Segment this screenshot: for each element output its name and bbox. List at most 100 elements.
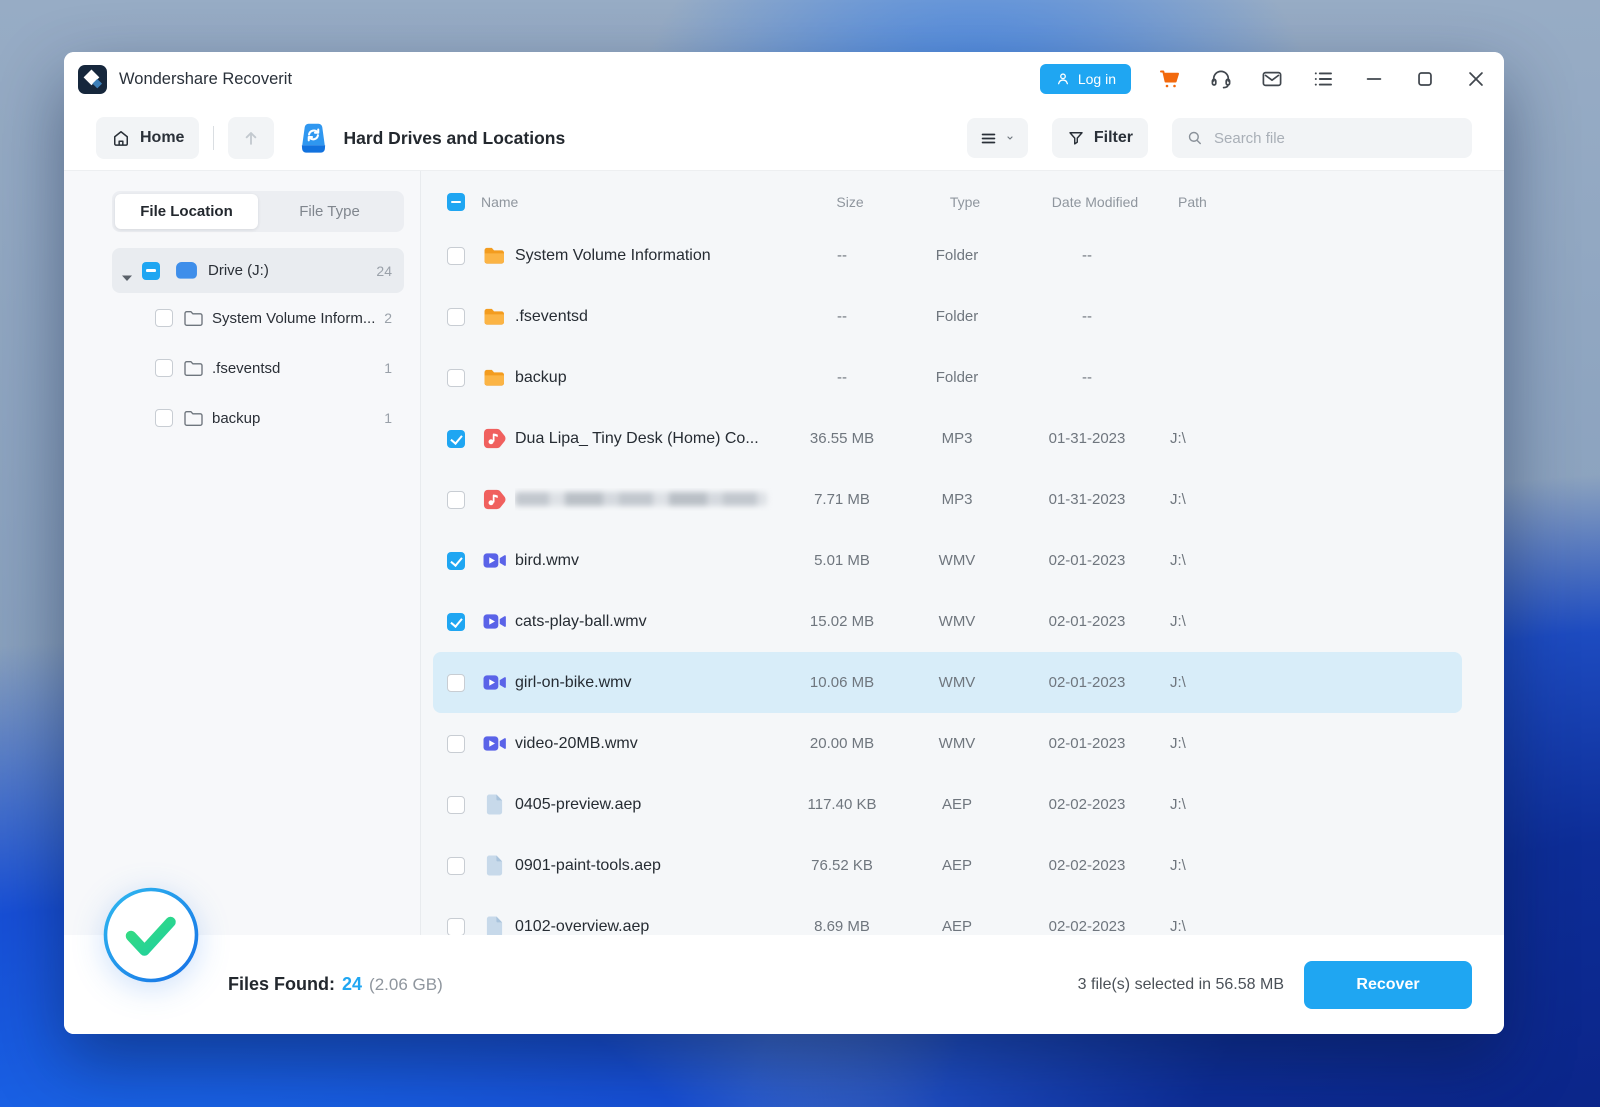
folder-checkbox[interactable] — [155, 409, 173, 427]
file-date-modified: -- — [1082, 308, 1092, 325]
home-button[interactable]: Home — [96, 117, 200, 159]
table-row[interactable]: .fseventsd -- Folder -- — [433, 286, 1462, 347]
table-row[interactable]: 0102-overview.aep 8.69 MB AEP 02-02-2023… — [433, 896, 1462, 935]
file-date-modified: 02-02-2023 — [1048, 796, 1126, 813]
video-file-icon — [483, 614, 506, 629]
folder-checkbox[interactable] — [155, 359, 173, 377]
maximize-button[interactable] — [1413, 67, 1437, 91]
row-checkbox[interactable] — [447, 429, 465, 448]
column-header-size[interactable]: Size — [790, 194, 910, 210]
row-checkbox[interactable] — [447, 490, 465, 509]
folder-outline-icon — [183, 410, 204, 427]
recover-button[interactable]: Recover — [1304, 960, 1472, 1009]
file-size: 20.00 MB — [809, 735, 875, 752]
titlebar: Wondershare Recoverit Log in — [64, 52, 1504, 106]
row-checkbox[interactable] — [447, 673, 465, 692]
tree-node-count: 1 — [384, 360, 392, 376]
file-type: MP3 — [941, 491, 973, 508]
tree-node-count: 1 — [384, 410, 392, 426]
row-checkbox[interactable] — [447, 551, 465, 570]
column-header-name[interactable]: Name — [481, 194, 790, 210]
chevron-down-icon — [1004, 132, 1016, 144]
table-row[interactable]: System Volume Information -- Folder -- — [433, 225, 1462, 286]
table-row[interactable]: 7.71 MB MP3 01-31-2023 J:\ — [433, 469, 1462, 530]
table-row[interactable]: bird.wmv 5.01 MB WMV 02-01-2023 J:\ — [433, 530, 1462, 591]
close-button[interactable] — [1464, 67, 1488, 91]
row-checkbox[interactable] — [447, 612, 465, 631]
search-input[interactable] — [1214, 129, 1458, 147]
file-size: -- — [837, 308, 847, 325]
file-name: 0901-paint-tools.aep — [515, 856, 661, 874]
row-checkbox[interactable] — [447, 734, 465, 753]
file-path: J:\ — [1170, 796, 1186, 813]
row-checkbox[interactable] — [447, 917, 465, 935]
table-row[interactable]: backup -- Folder -- — [433, 347, 1462, 408]
file-type: WMV — [938, 735, 976, 752]
row-checkbox[interactable] — [447, 795, 465, 814]
file-size: -- — [837, 247, 847, 264]
tree-expand-chevron-icon[interactable] — [122, 268, 132, 281]
column-header-type[interactable]: Type — [910, 194, 1020, 210]
tab-file-location[interactable]: File Location — [115, 194, 258, 229]
file-path: J:\ — [1170, 491, 1186, 508]
tree-node-folder[interactable]: backup 1 — [112, 393, 404, 443]
login-button[interactable]: Log in — [1039, 64, 1131, 94]
table-row[interactable]: video-20MB.wmv 20.00 MB WMV 02-01-2023 J… — [433, 713, 1462, 774]
table-row[interactable]: 0901-paint-tools.aep 76.52 KB AEP 02-02-… — [433, 835, 1462, 896]
table-row[interactable]: girl-on-bike.wmv 10.06 MB WMV 02-01-2023… — [433, 652, 1462, 713]
file-date-modified: 02-02-2023 — [1048, 857, 1126, 874]
folder-checkbox[interactable] — [155, 309, 173, 327]
row-checkbox[interactable] — [447, 307, 465, 326]
minimize-button[interactable] — [1362, 67, 1386, 91]
navigate-up-button[interactable] — [228, 117, 275, 159]
row-checkbox[interactable] — [447, 856, 465, 875]
select-all-checkbox[interactable] — [447, 193, 465, 211]
video-icon — [481, 672, 507, 693]
column-header-date[interactable]: Date Modified — [1020, 194, 1170, 210]
file-path: J:\ — [1170, 552, 1186, 569]
folder-icon — [484, 369, 504, 386]
page-title: Hard Drives and Locations — [343, 127, 566, 148]
file-name: girl-on-bike.wmv — [515, 673, 632, 691]
file-size: -- — [837, 369, 847, 386]
app-logo-icon — [78, 64, 107, 94]
tree-node-drive[interactable]: Drive (J:) 24 — [112, 248, 404, 293]
column-header-path[interactable]: Path — [1170, 194, 1462, 210]
file-date-modified: -- — [1082, 247, 1092, 264]
file-size: 8.69 MB — [814, 918, 870, 935]
tree-node-folder[interactable]: System Volume Inform... 2 — [112, 293, 404, 343]
file-path: J:\ — [1170, 613, 1186, 630]
task-list-icon[interactable] — [1311, 67, 1335, 91]
file-size: 5.01 MB — [814, 552, 870, 569]
tree-node-folder[interactable]: .fseventsd 1 — [112, 343, 404, 393]
home-label: Home — [140, 129, 185, 146]
document-icon — [481, 793, 507, 816]
file-date-modified: 02-01-2023 — [1048, 735, 1126, 752]
file-type: Folder — [935, 369, 979, 386]
drive-icon — [174, 261, 199, 280]
file-name: video-20MB.wmv — [515, 734, 638, 752]
support-headset-icon[interactable] — [1209, 67, 1233, 91]
file-name: bird.wmv — [515, 551, 580, 569]
cart-icon[interactable] — [1158, 67, 1182, 91]
hamburger-icon — [979, 129, 998, 148]
table-body: System Volume Information -- Folder -- .… — [421, 225, 1504, 935]
table-row[interactable]: Dua Lipa_ Tiny Desk (Home) Co... 36.55 M… — [433, 408, 1462, 469]
toolbar-divider — [213, 126, 215, 150]
row-checkbox[interactable] — [447, 368, 465, 387]
row-checkbox[interactable] — [447, 246, 465, 265]
video-file-icon — [483, 736, 506, 751]
sidebar-tabs: File Location File Type — [112, 191, 404, 232]
table-row[interactable]: 0405-preview.aep 117.40 KB AEP 02-02-202… — [433, 774, 1462, 835]
mail-icon[interactable] — [1260, 67, 1284, 91]
table-row[interactable]: cats-play-ball.wmv 15.02 MB WMV 02-01-20… — [433, 591, 1462, 652]
tab-file-type[interactable]: File Type — [258, 194, 401, 229]
file-name: cats-play-ball.wmv — [515, 612, 647, 630]
file-name: Dua Lipa_ Tiny Desk (Home) Co... — [515, 429, 759, 447]
view-menu-button[interactable] — [966, 118, 1028, 158]
filter-button[interactable]: Filter — [1051, 118, 1148, 158]
file-type: AEP — [941, 796, 972, 813]
drive-checkbox[interactable] — [142, 261, 160, 280]
search-box[interactable] — [1172, 118, 1472, 158]
app-title: Wondershare Recoverit — [119, 69, 293, 88]
